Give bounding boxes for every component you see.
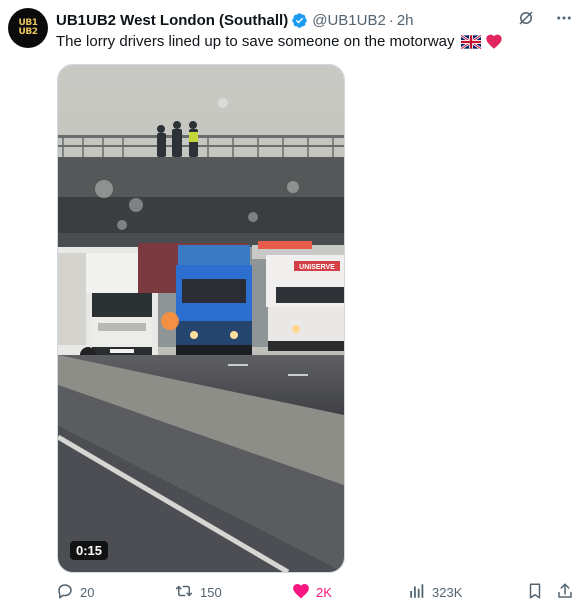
like-count: 2K — [316, 584, 332, 600]
more-options-icon[interactable] — [554, 8, 574, 28]
post-header: UB1UB2 West London (Southall) @UB1UB2 · … — [56, 10, 414, 30]
red-heart-icon — [485, 33, 503, 55]
views-count: 323K — [432, 585, 463, 600]
uk-flag-icon — [459, 34, 482, 55]
grok-icon[interactable] — [516, 8, 536, 28]
truck-logo-text: UNISERVE — [299, 264, 335, 271]
reply-icon — [56, 582, 80, 603]
separator: · — [388, 11, 394, 29]
reply-button[interactable]: 20 — [56, 582, 94, 603]
video-player[interactable]: UNISERVE 0:15 — [57, 64, 345, 573]
display-name[interactable]: UB1UB2 West London (Southall) — [56, 12, 288, 29]
post-text: The lorry drivers lined up to save someo… — [56, 32, 503, 55]
like-button[interactable]: 2K — [292, 582, 332, 602]
repost-icon — [174, 582, 200, 603]
views-button[interactable]: 323K — [408, 582, 462, 603]
post-text-body: The lorry drivers lined up to save someo… — [56, 33, 455, 50]
avatar[interactable]: UB1 UB2 — [8, 8, 48, 48]
action-bar: 20 150 2K 323K — [56, 582, 576, 606]
avatar-logo: UB1 UB2 — [18, 18, 38, 37]
reply-count: 20 — [80, 585, 95, 600]
bookmark-button[interactable] — [526, 582, 550, 603]
share-icon — [556, 582, 580, 603]
share-button[interactable] — [556, 582, 580, 603]
verified-badge-icon — [291, 12, 308, 29]
heart-icon — [292, 582, 316, 602]
handle[interactable]: @UB1UB2 — [312, 12, 386, 29]
repost-count: 150 — [200, 585, 222, 600]
video-frame: UNISERVE — [58, 65, 344, 572]
repost-button[interactable]: 150 — [174, 582, 222, 603]
views-icon — [408, 582, 432, 603]
video-duration: 0:15 — [70, 541, 109, 560]
timestamp[interactable]: 2h — [397, 12, 414, 29]
bookmark-icon — [526, 582, 550, 603]
